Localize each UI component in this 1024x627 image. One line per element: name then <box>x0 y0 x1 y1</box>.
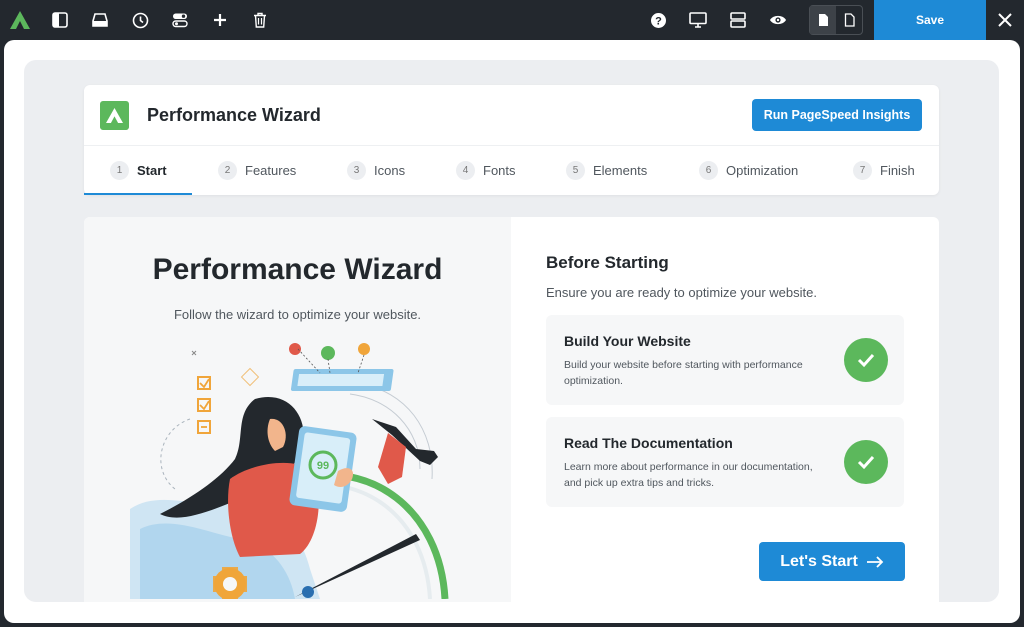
intro-panel: Performance Wizard Follow the wizard to … <box>84 217 511 602</box>
tab-number: 2 <box>218 160 237 180</box>
wizard-step-card: Performance Wizard Follow the wizard to … <box>84 217 939 602</box>
toggles-icon[interactable] <box>160 0 200 40</box>
layout-icon[interactable] <box>718 0 758 40</box>
tab-start[interactable]: 1 Start <box>110 145 167 195</box>
tab-number: 5 <box>566 160 585 180</box>
tab-number: 1 <box>110 160 129 180</box>
performance-illustration: 99 <box>130 343 449 599</box>
tab-number: 6 <box>699 160 718 180</box>
document-outline-icon[interactable] <box>836 6 862 34</box>
tab-finish[interactable]: 7 Finish <box>853 145 915 195</box>
close-icon[interactable] <box>986 0 1024 40</box>
tab-features[interactable]: 2 Features <box>218 145 296 195</box>
svg-text:?: ? <box>655 15 662 27</box>
checklist-item-description: Learn more about performance in our docu… <box>564 461 813 489</box>
history-icon[interactable] <box>120 0 160 40</box>
wizard-title: Performance Wizard <box>147 105 321 125</box>
checklist-item-read-docs: Read The Documentation Learn more about … <box>546 417 904 507</box>
checklist-item-title: Build Your Website <box>564 333 691 349</box>
tab-label: Start <box>137 162 167 178</box>
tab-number: 7 <box>853 160 872 180</box>
check-icon <box>844 338 888 382</box>
active-tab-indicator <box>84 193 192 195</box>
wizard-logo-icon <box>100 101 129 130</box>
tab-label: Icons <box>374 162 406 178</box>
tab-label: Features <box>245 162 297 178</box>
help-icon[interactable]: ? <box>638 0 678 40</box>
save-button[interactable]: Save <box>874 0 986 40</box>
document-view-switch <box>809 5 863 35</box>
before-starting-subtitle: Ensure you are ready to optimize your we… <box>546 285 817 300</box>
trash-icon[interactable] <box>240 0 280 40</box>
gauge-score-label: 99 <box>317 460 329 472</box>
inbox-icon[interactable] <box>80 0 120 40</box>
lets-start-button[interactable]: Let's Start <box>759 542 905 581</box>
wizard-stage: Performance Wizard Run PageSpeed Insight… <box>24 60 999 602</box>
tab-optimization[interactable]: 6 Optimization <box>699 145 798 195</box>
sidebar-toggle-icon[interactable] <box>40 0 80 40</box>
tab-number: 3 <box>347 160 366 180</box>
checklist-item-description: Build your website before starting with … <box>564 359 803 387</box>
before-starting-title: Before Starting <box>546 253 669 272</box>
checklist-item-build-website: Build Your Website Build your website be… <box>546 315 904 405</box>
tab-number: 4 <box>456 160 475 180</box>
checklist-panel: Before Starting Ensure you are ready to … <box>546 217 916 602</box>
editor-toolbar: ? Save <box>0 0 1024 40</box>
tab-label: Fonts <box>483 162 516 178</box>
arrow-right-icon <box>866 555 884 568</box>
preview-eye-icon[interactable] <box>758 0 798 40</box>
tab-label: Elements <box>593 162 648 178</box>
tab-fonts[interactable]: 4 Fonts <box>456 145 516 195</box>
tab-label: Optimization <box>726 162 799 178</box>
tab-elements[interactable]: 5 Elements <box>566 145 647 195</box>
desktop-icon[interactable] <box>678 0 718 40</box>
brand-logo-icon[interactable] <box>0 0 40 40</box>
tab-label: Finish <box>880 162 915 178</box>
hero-subtitle: Follow the wizard to optimize your websi… <box>173 307 422 322</box>
checklist-item-title: Read The Documentation <box>564 435 733 451</box>
lets-start-label: Let's Start <box>780 552 858 570</box>
hero-title: Performance Wizard <box>152 253 443 286</box>
tab-icons[interactable]: 3 Icons <box>347 145 405 195</box>
single-document-icon[interactable] <box>810 6 836 34</box>
run-pagespeed-button[interactable]: Run PageSpeed Insights <box>752 99 922 131</box>
wizard-header: Performance Wizard Run PageSpeed Insight… <box>84 85 939 195</box>
add-icon[interactable] <box>200 0 240 40</box>
check-icon <box>844 440 888 484</box>
